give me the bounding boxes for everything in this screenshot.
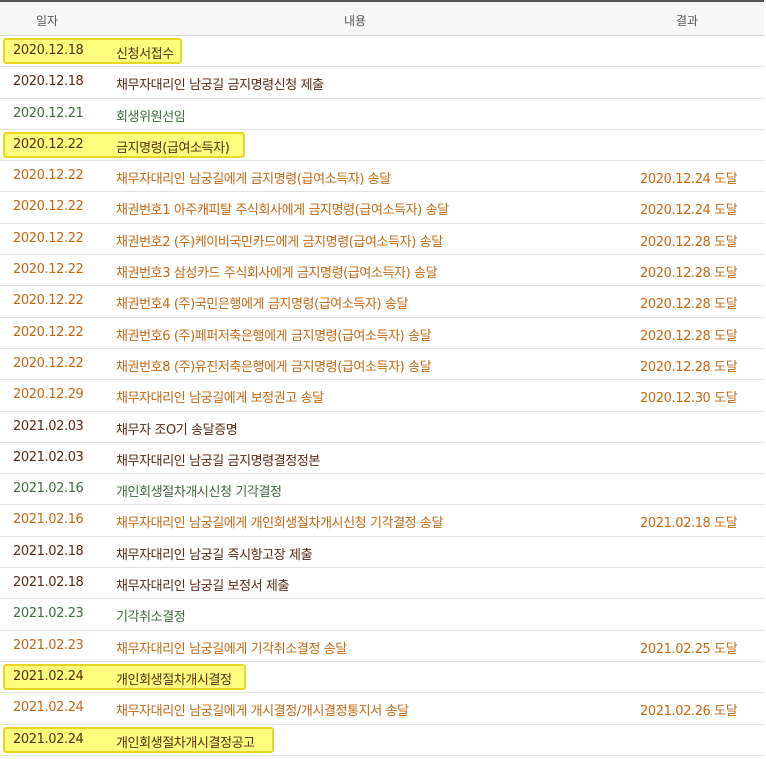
row-content: 채권번호4 (주)국민은행에게 금지명령(급여소득자) 송달 bbox=[116, 297, 409, 313]
table-row[interactable]: 2020.12.22 채권번호1 아주캐피탈 주식회사에게 금지명령(급여소득자)… bbox=[0, 192, 764, 224]
row-date: 2020.12.22 bbox=[13, 230, 84, 246]
table-row[interactable]: 2021.02.18 채무자대리인 남궁길 즉시항고장 제출 bbox=[0, 537, 764, 569]
row-result: 2020.12.28 도달 bbox=[640, 328, 738, 344]
row-date: 2021.02.23 bbox=[13, 637, 84, 653]
row-date: 2020.12.18 bbox=[13, 43, 84, 58]
row-content: 채무자대리인 남궁길에게 기각취소결정 송달 bbox=[116, 641, 347, 657]
row-content: 개인회생절차개시결정 bbox=[116, 672, 232, 688]
row-result: 2021.02.25 도달 bbox=[640, 641, 738, 657]
row-date: 2021.02.03 bbox=[13, 449, 84, 465]
row-content: 채권번호3 삼성카드 주식회사에게 금지명령(급여소득자) 송달 bbox=[116, 266, 438, 282]
table-header: 일자 내용 결과 bbox=[0, 0, 764, 36]
row-content: 채무자 조O기 송달증명 bbox=[116, 422, 238, 438]
table-row[interactable]: 2021.02.23 채무자대리인 남궁길에게 기각취소결정 송달 2021.02.… bbox=[0, 631, 764, 662]
row-date: 2020.12.29 bbox=[13, 387, 84, 403]
row-content: 개인회생절차개시신청 기각결정 bbox=[116, 485, 282, 501]
row-content: 채무자대리인 남궁길에게 금지명령(급여소득자) 송달 bbox=[116, 172, 391, 188]
table-row[interactable]: 2021.02.16 개인회생절차개시신청 기각결정 bbox=[0, 474, 764, 506]
header-result: 결과 bbox=[676, 14, 699, 28]
table-row[interactable]: 2021.02.24 개인회생절차개시결정 bbox=[0, 662, 764, 694]
table-row[interactable]: 2021.02.03 채무자 조O기 송달증명 bbox=[0, 412, 764, 443]
row-date: 2020.12.22 bbox=[13, 136, 84, 152]
row-content: 개인회생절차개시결정공고 bbox=[116, 735, 255, 751]
row-date: 2020.12.18 bbox=[13, 74, 84, 90]
row-content: 채권번호2 (주)케이비국민카드에게 금지명령(급여소득자) 송달 bbox=[116, 234, 443, 250]
row-date: 2021.02.18 bbox=[13, 575, 84, 591]
table-row[interactable]: 2020.12.18 채무자대리인 남궁길 금지명령신청 제출 bbox=[0, 67, 764, 99]
row-result: 2021.02.18 도달 bbox=[640, 516, 738, 532]
header-content: 내용 bbox=[344, 14, 367, 28]
row-date: 2020.12.21 bbox=[13, 105, 84, 121]
row-date: 2020.12.22 bbox=[13, 293, 84, 309]
row-content: 신청서접수 bbox=[116, 47, 174, 62]
table-row[interactable]: 2020.12.18 신청서접수 bbox=[0, 36, 764, 68]
row-content: 채무자대리인 남궁길 보정서 제출 bbox=[116, 579, 290, 595]
row-date: 2021.02.16 bbox=[13, 512, 84, 528]
table-row[interactable]: 2020.12.22 채권번호8 (주)유진저축은행에게 금지명령(급여소득자) … bbox=[0, 349, 764, 381]
table-row[interactable]: 2020.12.22 채무자대리인 남궁길에게 금지명령(급여소득자) 송달 202… bbox=[0, 161, 764, 193]
row-result: 2020.12.28 도달 bbox=[640, 266, 738, 282]
row-date: 2021.02.24 bbox=[13, 731, 84, 747]
table-row[interactable]: 2021.02.03 채무자대리인 남궁길 금지명령결정정본 bbox=[0, 443, 764, 475]
table-row[interactable]: 2021.02.23 기각취소결정 bbox=[0, 599, 764, 631]
row-date: 2020.12.22 bbox=[13, 199, 84, 215]
header-date: 일자 bbox=[36, 14, 59, 28]
table-row[interactable]: 2020.12.22 금지명령(급여소득자) bbox=[0, 130, 764, 162]
table-row[interactable]: 2021.02.24 채무자대리인 남궁길에게 개시결정/개시결정통지서 송달 20… bbox=[0, 693, 764, 725]
case-history-table: 일자 내용 결과 2020.12.18 신청서접수 2020.12.18 채무자대리인… bbox=[0, 0, 764, 756]
table-row[interactable]: 2020.12.21 회생위원선임 bbox=[0, 99, 764, 130]
row-content: 채무자대리인 남궁길에게 개인회생절차개시신청 기각결정 송달 bbox=[116, 516, 444, 532]
row-date: 2021.02.24 bbox=[13, 668, 84, 684]
row-result: 2020.12.28 도달 bbox=[640, 359, 738, 375]
row-result: 2020.12.28 도달 bbox=[640, 297, 738, 313]
row-date: 2020.12.22 bbox=[13, 324, 84, 340]
row-date: 2020.12.22 bbox=[13, 168, 84, 184]
table-row[interactable]: 2021.02.18 채무자대리인 남궁길 보정서 제출 bbox=[0, 568, 764, 600]
row-content: 채무자대리인 남궁길에게 보정권고 송달 bbox=[116, 391, 324, 407]
row-content: 금지명령(급여소득자) bbox=[116, 140, 230, 156]
table-row[interactable]: 2021.02.24 개인회생절차개시결정공고 bbox=[0, 725, 764, 756]
row-date: 2020.12.22 bbox=[13, 262, 84, 278]
row-result: 2020.12.24 도달 bbox=[640, 172, 738, 188]
row-content: 채무자대리인 남궁길 금지명령결정정본 bbox=[116, 453, 320, 469]
row-content: 채권번호6 (주)페퍼저축은행에게 금지명령(급여소득자) 송달 bbox=[116, 328, 432, 344]
row-result: 2020.12.24 도달 bbox=[640, 203, 738, 219]
table-row[interactable]: 2020.12.22 채권번호2 (주)케이비국민카드에게 금지명령(급여소득자)… bbox=[0, 224, 764, 256]
table-body: 2020.12.18 신청서접수 2020.12.18 채무자대리인 남궁길 금지명령… bbox=[0, 36, 764, 756]
row-content: 채권번호1 아주캐피탈 주식회사에게 금지명령(급여소득자) 송달 bbox=[116, 203, 449, 219]
table-row[interactable]: 2020.12.22 채권번호6 (주)페퍼저축은행에게 금지명령(급여소득자) … bbox=[0, 318, 764, 349]
row-date: 2021.02.16 bbox=[13, 481, 84, 497]
row-content: 채무자대리인 남궁길 즉시항고장 제출 bbox=[116, 547, 313, 563]
row-date: 2021.02.23 bbox=[13, 606, 84, 622]
row-date: 2021.02.18 bbox=[13, 543, 84, 559]
table-row[interactable]: 2020.12.29 채무자대리인 남궁길에게 보정권고 송달 2020.12.30… bbox=[0, 380, 764, 412]
row-content: 채무자대리인 남궁길 금지명령신청 제출 bbox=[116, 78, 324, 94]
row-date: 2020.12.22 bbox=[13, 355, 84, 371]
row-result: 2020.12.28 도달 bbox=[640, 234, 738, 250]
row-date: 2021.02.24 bbox=[13, 700, 84, 716]
row-result: 2020.12.30 도달 bbox=[640, 391, 738, 407]
row-result: 2021.02.26 도달 bbox=[640, 704, 738, 720]
table-row[interactable]: 2020.12.22 채권번호3 삼성카드 주식회사에게 금지명령(급여소득자) … bbox=[0, 255, 764, 287]
row-content: 채권번호8 (주)유진저축은행에게 금지명령(급여소득자) 송달 bbox=[116, 359, 432, 375]
table-row[interactable]: 2020.12.22 채권번호4 (주)국민은행에게 금지명령(급여소득자) 송달… bbox=[0, 286, 764, 318]
table-row[interactable]: 2021.02.16 채무자대리인 남궁길에게 개인회생절차개시신청 기각결정 송… bbox=[0, 505, 764, 537]
row-content: 기각취소결정 bbox=[116, 610, 186, 626]
row-date: 2021.02.03 bbox=[13, 418, 84, 434]
row-content: 회생위원선임 bbox=[116, 109, 186, 125]
row-content: 채무자대리인 남궁길에게 개시결정/개시결정통지서 송달 bbox=[116, 704, 409, 720]
